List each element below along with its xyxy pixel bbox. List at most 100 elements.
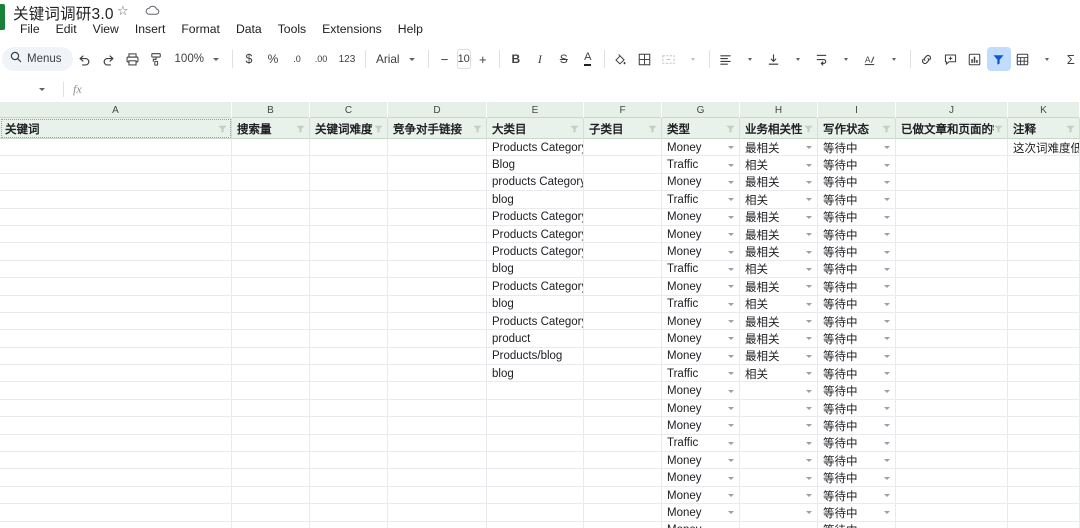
cell-a22[interactable] (0, 486, 232, 505)
cell-f4[interactable] (584, 173, 662, 192)
table-row[interactable]: Traffic 等待中 (0, 434, 1080, 453)
cell-c14[interactable] (310, 347, 388, 366)
cell-b18[interactable] (232, 417, 310, 435)
cell-a24[interactable] (0, 521, 232, 528)
cell-c16[interactable] (310, 382, 388, 400)
cell-h5[interactable]: 相关 (740, 191, 818, 209)
zoom-level[interactable]: 100% (169, 47, 204, 71)
cell-a16[interactable] (0, 382, 232, 400)
cell-dropdown-chevron-down-icon[interactable] (804, 163, 814, 167)
cell-i18[interactable]: 等待中 (818, 417, 896, 435)
cell-g9[interactable]: Traffic (662, 260, 740, 279)
fill-color-button[interactable] (609, 47, 633, 71)
filter-funnel-icon[interactable] (374, 125, 383, 133)
cell-f23[interactable] (584, 504, 662, 522)
menu-format[interactable]: Format (173, 20, 228, 38)
table-header-cell-h[interactable]: 业务相关性 (740, 118, 818, 139)
table-header-cell-k[interactable]: 注释 (1008, 118, 1080, 139)
cell-k8[interactable] (1008, 243, 1080, 261)
cell-dropdown-chevron-down-icon[interactable] (882, 337, 892, 341)
cell-c22[interactable] (310, 486, 388, 505)
merge-cells-chevron-down-icon[interactable] (681, 47, 705, 71)
cell-a2[interactable] (0, 139, 232, 157)
cell-dropdown-chevron-down-icon[interactable] (726, 267, 736, 271)
cell-k13[interactable] (1008, 330, 1080, 348)
cell-dropdown-chevron-down-icon[interactable] (726, 494, 736, 497)
filter-button-a[interactable] (218, 125, 231, 133)
cell-dropdown-chevron-down-icon[interactable] (882, 146, 892, 150)
cell-b5[interactable] (232, 191, 310, 209)
column-header-g[interactable]: G (662, 102, 740, 118)
cell-g14[interactable]: Money (662, 347, 740, 366)
number-format-button[interactable]: 123 (333, 47, 361, 71)
cell-i5[interactable]: 等待中 (818, 191, 896, 209)
cell-c3[interactable] (310, 156, 388, 174)
cell-h24[interactable] (740, 521, 818, 528)
cell-b4[interactable] (232, 173, 310, 192)
column-header-h[interactable]: H (740, 102, 818, 118)
cell-a6[interactable] (0, 208, 232, 226)
cell-j19[interactable] (896, 434, 1008, 453)
cell-b23[interactable] (232, 504, 310, 522)
menu-data[interactable]: Data (228, 20, 270, 38)
cell-dropdown-chevron-down-icon[interactable] (726, 285, 736, 289)
cell-dropdown-chevron-down-icon[interactable] (804, 389, 814, 393)
cell-k11[interactable] (1008, 295, 1080, 313)
column-header-e[interactable]: E (487, 102, 584, 118)
cell-a9[interactable] (0, 260, 232, 279)
functions-button[interactable]: Σ (1059, 47, 1080, 71)
cell-g15[interactable]: Traffic (662, 365, 740, 383)
table-row[interactable]: Money 等待中 (0, 417, 1080, 435)
cell-j17[interactable] (896, 399, 1008, 418)
cell-a20[interactable] (0, 452, 232, 470)
cell-dropdown-chevron-down-icon[interactable] (804, 337, 814, 341)
cell-i2[interactable]: 等待中 (818, 139, 896, 157)
cell-f6[interactable] (584, 208, 662, 226)
cell-i7[interactable]: 等待中 (818, 225, 896, 244)
cell-d18[interactable] (388, 417, 487, 435)
cell-h2[interactable]: 最相关 (740, 139, 818, 157)
cell-dropdown-chevron-down-icon[interactable] (726, 180, 736, 184)
cell-d20[interactable] (388, 452, 487, 470)
cell-a11[interactable] (0, 295, 232, 313)
cell-k20[interactable] (1008, 452, 1080, 470)
text-rotation-button[interactable]: A (858, 47, 882, 71)
cell-g21[interactable]: Money (662, 469, 740, 487)
cell-dropdown-chevron-down-icon[interactable] (882, 476, 892, 480)
currency-format-button[interactable]: $ (237, 47, 261, 71)
font-size-input[interactable]: 10 (456, 49, 471, 69)
cell-dropdown-chevron-down-icon[interactable] (804, 250, 814, 254)
table-row[interactable]: blog Traffic 相关 等待中 (0, 295, 1080, 313)
cell-c15[interactable] (310, 365, 388, 383)
table-row[interactable]: Products/blog Money 最相关 等待中 (0, 347, 1080, 366)
cell-j9[interactable] (896, 260, 1008, 279)
cell-dropdown-chevron-down-icon[interactable] (804, 215, 814, 219)
cell-a12[interactable] (0, 312, 232, 331)
cell-k12[interactable] (1008, 312, 1080, 331)
cell-h9[interactable]: 相关 (740, 260, 818, 279)
vertical-align-button[interactable] (762, 47, 786, 71)
cell-e18[interactable] (487, 417, 584, 435)
bold-button[interactable]: B (504, 47, 528, 71)
cell-dropdown-chevron-down-icon[interactable] (804, 233, 814, 237)
cell-a8[interactable] (0, 243, 232, 261)
cell-b12[interactable] (232, 312, 310, 331)
cell-k14[interactable] (1008, 347, 1080, 366)
cell-dropdown-chevron-down-icon[interactable] (804, 198, 814, 202)
filter-funnel-icon[interactable] (726, 125, 735, 133)
cell-c13[interactable] (310, 330, 388, 348)
cell-g20[interactable]: Money (662, 452, 740, 470)
menu-extensions[interactable]: Extensions (314, 20, 390, 38)
cell-g17[interactable]: Money (662, 399, 740, 418)
filter-button-e[interactable] (570, 125, 583, 133)
menu-file[interactable]: File (12, 20, 48, 38)
cell-j8[interactable] (896, 243, 1008, 261)
cell-k4[interactable] (1008, 173, 1080, 192)
cell-k22[interactable] (1008, 486, 1080, 505)
cell-g18[interactable]: Money (662, 417, 740, 435)
cell-dropdown-chevron-down-icon[interactable] (882, 407, 892, 411)
menu-insert[interactable]: Insert (127, 20, 173, 38)
cell-h23[interactable] (740, 504, 818, 522)
cell-a7[interactable] (0, 225, 232, 244)
cell-j5[interactable] (896, 191, 1008, 209)
